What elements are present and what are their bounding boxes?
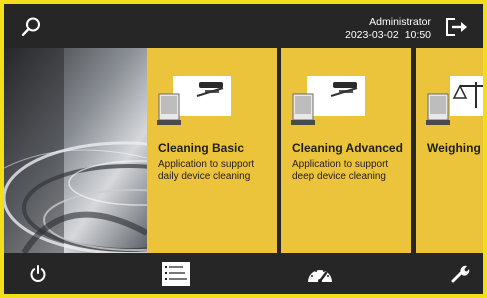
tile-cleaning-advanced[interactable]: Cleaning Advanced Application to support… (281, 48, 411, 253)
logout-button[interactable] (445, 17, 469, 37)
date-time: 2023-03-02 10:50 (345, 29, 431, 42)
dashboard-button[interactable] (290, 253, 350, 294)
speedometer-icon (308, 269, 332, 283)
tile-description: Application to support daily device clea… (158, 159, 255, 182)
bottom-bar (4, 253, 483, 294)
search-icon (21, 17, 40, 36)
current-date: 2023-03-02 (345, 29, 399, 41)
tile-description: Application to support deep device clean… (292, 159, 389, 182)
tile-title: Cleaning Basic (158, 141, 245, 155)
top-bar: Administrator 2023-03-02 10:50 (4, 4, 483, 48)
search-button[interactable] (20, 16, 42, 38)
task-list-icon (162, 261, 190, 286)
cleaning-device-icon (291, 76, 365, 125)
wrench-icon (451, 265, 470, 282)
tile-cleaning-basic[interactable]: Cleaning Basic Application to support da… (147, 48, 277, 253)
power-button[interactable] (8, 253, 68, 294)
logout-icon (446, 18, 467, 36)
user-name: Administrator (369, 16, 431, 28)
hero-image (4, 48, 147, 253)
weighing-scale-icon (426, 76, 483, 125)
cleaning-device-icon (157, 76, 231, 125)
tile-title: Weighing (427, 141, 481, 155)
app-screen: Administrator 2023-03-02 10:50 Cleaning … (4, 4, 483, 294)
app-tiles: Cleaning Basic Application to support da… (4, 48, 483, 253)
task-list-button[interactable] (146, 253, 206, 294)
power-icon (30, 264, 46, 282)
current-time: 10:50 (404, 29, 431, 41)
settings-button[interactable] (430, 253, 483, 294)
tile-title: Cleaning Advanced (292, 141, 403, 155)
tile-weighing[interactable]: Weighing (416, 48, 483, 253)
user-info: Administrator 2023-03-02 10:50 (345, 16, 431, 42)
